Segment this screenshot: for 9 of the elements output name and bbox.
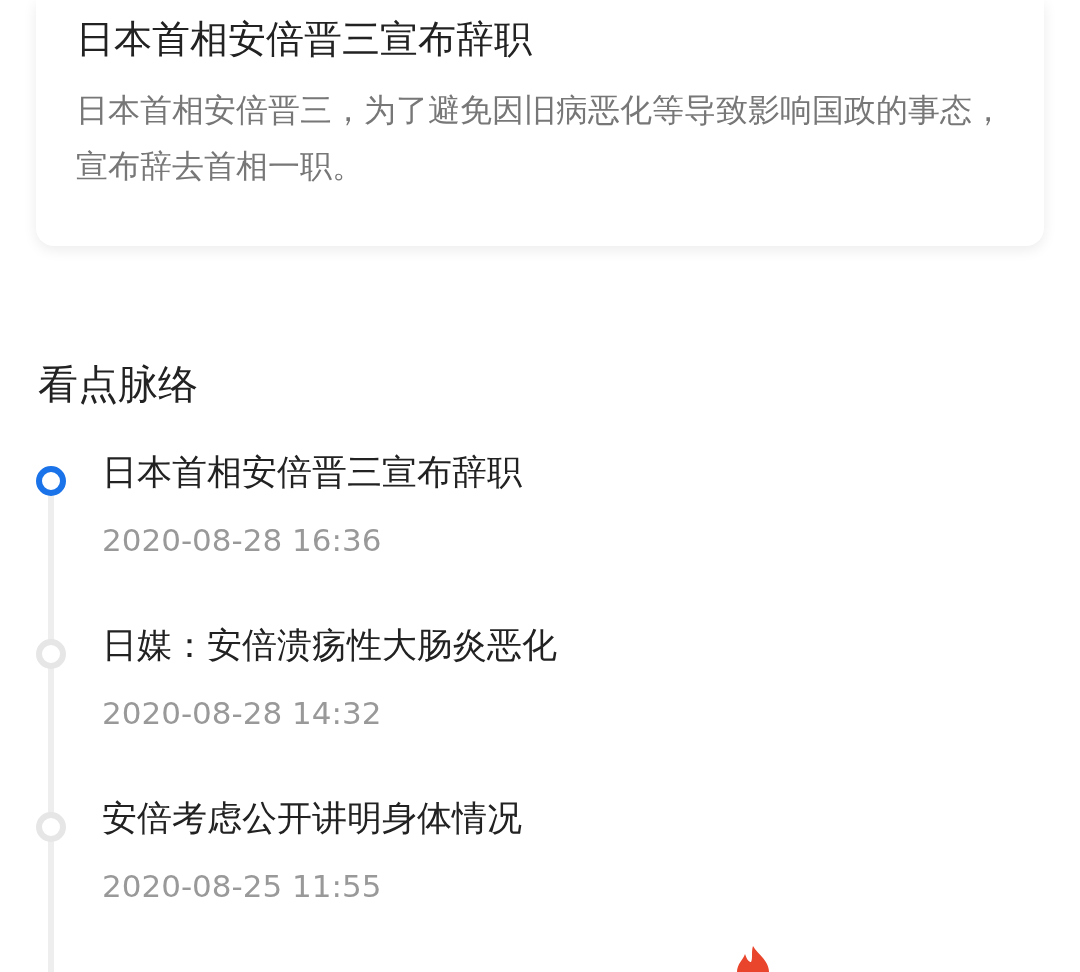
timeline-title[interactable]: 日本首相安倍晋三宣布辞职	[102, 444, 522, 500]
card-title: 日本首相安倍晋三宣布辞职	[76, 16, 533, 63]
timeline-time: 2020-08-28 16:36	[102, 521, 383, 560]
timeline-time: 2020-08-28 14:32	[102, 694, 383, 733]
timeline-title[interactable]: 安倍考虑公开讲明身体情况	[102, 790, 522, 846]
timeline-title[interactable]: 日媒：安倍溃疡性大肠炎恶化	[102, 617, 557, 673]
section-title: 看点脉络	[38, 360, 199, 409]
timeline-time: 2020-08-25 11:55	[102, 867, 383, 906]
card-description: 日本首相安倍晋三，为了避免因旧病恶化等导致影响国政的事态，宣布辞去首相一职。	[76, 90, 1004, 187]
